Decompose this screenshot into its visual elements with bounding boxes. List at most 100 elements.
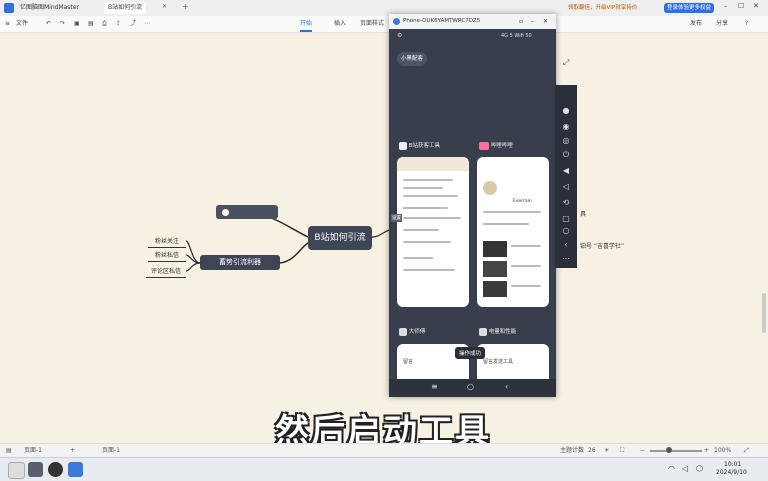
save-icon[interactable]: ▣	[74, 16, 80, 32]
zoom-slider-handle[interactable]	[666, 447, 672, 453]
leaf-fans-follow[interactable]: 粉丝关注	[148, 236, 186, 248]
partial-topic-right-1[interactable]: 具	[580, 209, 586, 218]
tab-page-style[interactable]: 页面样式	[360, 16, 384, 32]
undo-icon[interactable]: ↶	[46, 16, 51, 32]
view-icon[interactable]: ☀	[604, 444, 609, 458]
add-page-icon[interactable]: +	[70, 444, 75, 458]
more-controls-icon[interactable]: ⋯	[560, 253, 572, 265]
menu-icon[interactable]: ≡	[5, 16, 10, 32]
phone-fullscreen-icon[interactable]: ⤢	[563, 58, 569, 68]
bili-thumbnail	[483, 241, 507, 257]
partial-topic-right-2[interactable]: 铂号 “吉喜学社”	[580, 241, 624, 250]
tab-insert[interactable]: 插入	[334, 16, 346, 32]
app-card-2[interactable]: Everrain	[477, 157, 549, 307]
connector-lines	[185, 210, 393, 272]
tab-close-icon[interactable]: ✕	[162, 3, 167, 10]
phone-pin-icon[interactable]: ▫	[519, 14, 523, 29]
power-icon[interactable]: ⏻	[560, 149, 572, 161]
tab-start[interactable]: 开始	[300, 16, 313, 32]
app-name-1: B站获客工具	[408, 143, 441, 149]
close-window-icon[interactable]: ✕	[753, 2, 759, 10]
card1-side-tag: 设置	[391, 214, 402, 222]
app-logo-icon	[4, 3, 14, 13]
page-list-icon[interactable]: ▤	[6, 444, 12, 458]
eye-off-icon[interactable]: ◎	[560, 135, 572, 147]
phone-window-title: Phone-OUK6YAMTWRC7DZ5	[403, 18, 481, 24]
volume-down-icon[interactable]: ◁	[560, 181, 572, 193]
open-icon[interactable]: ▤	[88, 16, 94, 32]
card3-label: 留言	[403, 359, 414, 365]
maximize-icon[interactable]: ☐	[738, 2, 744, 10]
card1-line	[403, 207, 448, 209]
ribbon-toolbar: ≡ 文件 ↶ ↷ ▣ ▤ ⎙ ⇪ ⤴ ⋯ 开始 插入 页面样式 发布 分享 ?	[0, 16, 768, 33]
eye-icon[interactable]: ◉	[560, 121, 572, 133]
app-icon-2	[479, 141, 489, 150]
app-label-3[interactable]: 大师傅	[399, 327, 425, 336]
app-card-1[interactable]	[397, 157, 469, 307]
bili-username: Everrain	[513, 199, 532, 204]
screenshot-icon[interactable]: ▢	[560, 213, 572, 225]
card2-line	[511, 285, 541, 287]
tab-app-home[interactable]: 亿图脑图MindMaster	[16, 2, 83, 14]
new-tab-icon[interactable]: +	[182, 2, 189, 11]
toast-message: 操作成功	[455, 347, 486, 359]
central-topic[interactable]: B站如何引流	[308, 226, 372, 250]
export-icon[interactable]: ⇪	[116, 16, 121, 32]
card1-header	[397, 157, 469, 171]
recent-icon[interactable]: ○	[560, 225, 572, 237]
tray-wifi-icon[interactable]: ◠	[668, 464, 675, 473]
login-button[interactable]: 登录体验更多权益	[664, 3, 715, 13]
taskbar-app-icon[interactable]	[68, 462, 83, 477]
start-icon[interactable]	[8, 462, 25, 479]
phone-window-title-bar[interactable]: Phone-OUK6YAMTWRC7DZ5 ▫ – ✕	[389, 14, 556, 29]
leaf-fans-dm[interactable]: 粉丝私信	[148, 250, 186, 262]
tray-network-icon[interactable]: ⬡	[696, 464, 703, 473]
phone-close-icon[interactable]: ✕	[543, 14, 548, 29]
app-label-1[interactable]: B站获客工具	[399, 141, 440, 150]
phone-minimize-icon[interactable]: –	[531, 14, 534, 29]
more-icon[interactable]: ⋯	[144, 16, 150, 32]
help-icon[interactable]: ?	[745, 16, 748, 32]
clock-time[interactable]: 10:01	[724, 461, 741, 468]
page-selector[interactable]: 页面-1	[24, 444, 42, 458]
card2-line	[511, 245, 541, 247]
phone-mirror-window[interactable]: Phone-OUK6YAMTWRC7DZ5 ▫ – ✕ ⚙ 4G 5 Wifi …	[389, 14, 556, 397]
publish-button[interactable]: 发布	[690, 16, 702, 32]
print-icon[interactable]: ⎙	[102, 16, 107, 32]
share-button[interactable]: 分享	[716, 16, 728, 32]
fullscreen-icon[interactable]: ⤢	[744, 444, 749, 458]
rotate-icon[interactable]: ⟲	[560, 197, 572, 209]
bili-thumbnail	[483, 261, 507, 277]
canvas-scrollbar[interactable]	[762, 293, 766, 333]
leaf-comment-dm[interactable]: 评论区私信	[146, 266, 186, 278]
promo-text[interactable]: 领取翻倍，升级VIP就享特价	[568, 3, 637, 11]
mindmap-canvas[interactable]: B站如何引流 蓄势引流利器 粉丝关注 粉丝私信 评论区私信 具 铂号 “吉喜学社…	[0, 33, 768, 443]
share-icon[interactable]: ⤴	[130, 16, 136, 32]
file-menu[interactable]: 文件	[16, 16, 28, 32]
card1-line	[403, 257, 433, 259]
collapse-toggle-icon[interactable]	[221, 208, 230, 217]
record-icon[interactable]: ●	[560, 105, 572, 117]
zoom-in-icon[interactable]: +	[704, 444, 709, 458]
clock-date[interactable]: 2024/9/10	[716, 469, 747, 476]
minimize-icon[interactable]: –	[724, 2, 728, 10]
taskbar-browser-icon[interactable]	[48, 462, 63, 477]
taskbar-app-icon[interactable]	[28, 462, 43, 477]
nav-back-icon[interactable]: ‹	[505, 382, 508, 391]
topic-left-main[interactable]: 蓄势引流利器	[200, 255, 280, 270]
phone-status-bar: ⚙ 4G 5 Wifi 50	[389, 31, 556, 43]
page-tab[interactable]: 页面-1	[102, 444, 120, 458]
nav-home-icon[interactable]: ○	[467, 382, 474, 391]
zoom-slider[interactable]	[650, 450, 702, 452]
back-icon[interactable]: ‹	[560, 239, 572, 251]
nav-menu-icon[interactable]: ≡	[431, 382, 438, 391]
fit-icon[interactable]: ⛶	[620, 444, 624, 458]
redo-icon[interactable]: ↷	[60, 16, 65, 32]
tab-document[interactable]: B站如何引流	[104, 2, 147, 14]
app-label-4[interactable]: 电量和性能	[479, 327, 516, 336]
volume-up-icon[interactable]: ◀	[560, 165, 572, 177]
tray-volume-icon[interactable]: ◁	[682, 464, 688, 473]
zoom-out-icon[interactable]: −	[640, 444, 645, 458]
app-label-2[interactable]: 哔哩哔哩	[479, 141, 513, 150]
app-card-4[interactable]: 留言发送工具	[477, 344, 549, 384]
